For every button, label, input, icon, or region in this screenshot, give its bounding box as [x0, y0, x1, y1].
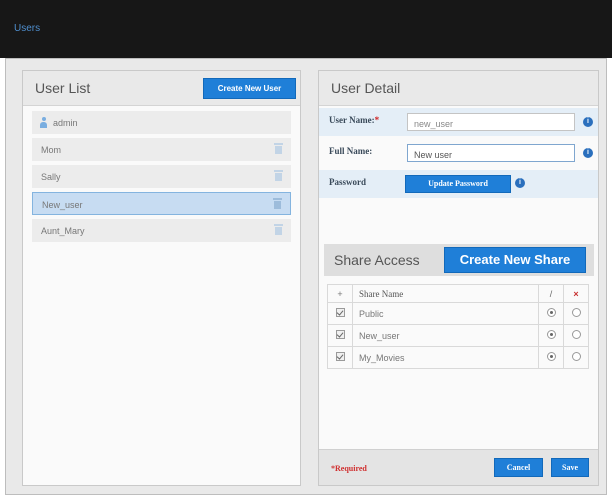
user-list-item-mom[interactable]: Mom [32, 138, 291, 161]
user-detail-footer: *Required Cancel Save [319, 449, 598, 485]
share-table-header-row: + Share Name / × [327, 284, 589, 303]
share-access-title: Share Access [334, 252, 420, 268]
share-row-public: Public [327, 302, 589, 325]
required-note: *Required [331, 464, 367, 473]
password-label: Password [329, 177, 367, 187]
share-row-new-user: New_user [327, 324, 589, 347]
update-password-button[interactable]: Update Password [405, 175, 511, 193]
user-name-label: New_user [42, 200, 83, 210]
user-list-item-sally[interactable]: Sally [32, 165, 291, 188]
full-name-row: Full Name: New user i [319, 139, 598, 167]
info-icon[interactable]: i [583, 117, 593, 127]
user-list-item-aunt-mary[interactable]: Aunt_Mary [32, 219, 291, 242]
user-list-item-admin[interactable]: admin [32, 111, 291, 134]
add-column-header[interactable]: + [327, 284, 353, 303]
share-checkbox[interactable] [335, 352, 345, 361]
edit-column-header-icon: / [538, 284, 564, 303]
user-list-panel: User List Create New User admin Mom Sall… [22, 70, 301, 486]
user-detail-header: User Detail [319, 71, 598, 106]
full-name-label: Full Name: [329, 146, 373, 156]
share-row-my-movies: My_Movies [327, 346, 589, 369]
read-write-radio[interactable] [546, 352, 556, 361]
admin-user-icon [40, 117, 47, 128]
deny-column-header-icon: × [563, 284, 589, 303]
deny-radio[interactable] [571, 308, 581, 317]
user-list-item-new-user[interactable]: New_user [32, 192, 291, 215]
share-access-header: Share Access Create New Share [324, 244, 594, 276]
user-name-label: User Name:* [329, 115, 380, 125]
read-write-radio[interactable] [546, 330, 556, 339]
password-row: Password Update Password i [319, 170, 598, 198]
user-name-label: Mom [41, 145, 61, 155]
read-write-radio[interactable] [546, 308, 556, 317]
cancel-button[interactable]: Cancel [494, 458, 543, 477]
trash-icon[interactable] [274, 170, 283, 181]
share-access-table: + Share Name / × Public New_user My_Movi… [327, 284, 589, 369]
required-asterisk: * [374, 115, 380, 125]
main-frame: User List Create New User admin Mom Sall… [5, 58, 607, 495]
app-header-bar: Users [0, 0, 612, 58]
user-name-label: Aunt_Mary [41, 226, 85, 236]
trash-icon[interactable] [273, 198, 282, 209]
trash-icon[interactable] [274, 224, 283, 235]
create-new-share-button[interactable]: Create New Share [444, 247, 586, 273]
info-icon[interactable]: i [583, 148, 593, 158]
deny-radio[interactable] [571, 330, 581, 339]
full-name-input[interactable]: New user [407, 144, 575, 162]
user-detail-panel: User Detail User Name:* new_user i Full … [318, 70, 599, 486]
share-checkbox[interactable] [335, 330, 345, 339]
user-list-title: User List [35, 80, 91, 96]
app-title[interactable]: Users [14, 23, 40, 34]
share-name-column-header: Share Name [352, 284, 539, 303]
share-name: New_user [352, 324, 539, 347]
deny-radio[interactable] [571, 352, 581, 361]
save-button[interactable]: Save [551, 458, 589, 477]
user-name-row: User Name:* new_user i [319, 108, 598, 136]
info-icon[interactable]: i [515, 178, 525, 188]
create-new-user-button[interactable]: Create New User [203, 78, 296, 99]
trash-icon[interactable] [274, 143, 283, 154]
share-name: Public [352, 302, 539, 325]
user-name-input[interactable]: new_user [407, 113, 575, 131]
user-detail-title: User Detail [331, 80, 401, 96]
share-name: My_Movies [352, 346, 539, 369]
user-name-label: Sally [41, 172, 61, 182]
share-checkbox[interactable] [335, 308, 345, 317]
user-name-label: admin [53, 118, 78, 128]
user-list-header: User List Create New User [23, 71, 300, 106]
